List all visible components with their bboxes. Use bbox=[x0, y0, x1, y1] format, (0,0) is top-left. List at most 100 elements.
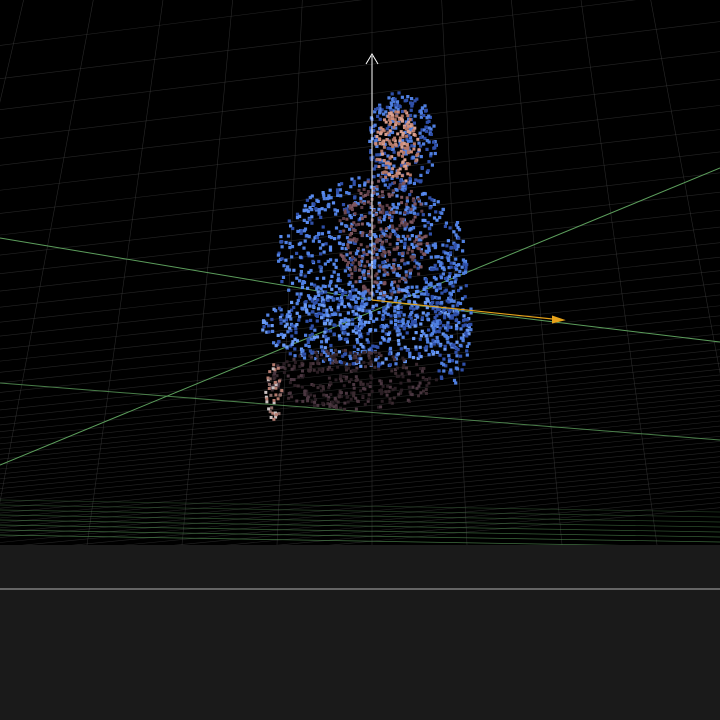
cloud-point bbox=[349, 224, 353, 228]
cloud-point bbox=[385, 393, 389, 397]
cloud-point bbox=[361, 291, 366, 295]
cloud-point bbox=[299, 264, 303, 268]
cloud-point bbox=[358, 333, 363, 337]
cloud-point bbox=[358, 276, 362, 280]
cloud-point bbox=[302, 246, 306, 250]
cloud-point bbox=[316, 361, 320, 365]
cloud-point bbox=[281, 335, 285, 339]
cloud-point bbox=[393, 118, 397, 122]
cloud-point bbox=[396, 339, 401, 343]
cloud-point bbox=[279, 332, 284, 336]
cloud-point bbox=[410, 97, 414, 101]
cloud-point bbox=[415, 362, 419, 366]
cloud-point bbox=[349, 397, 353, 401]
cloud-point bbox=[354, 251, 359, 255]
cloud-point bbox=[360, 322, 364, 326]
cloud-point bbox=[282, 264, 286, 268]
cloud-point bbox=[391, 174, 395, 178]
cloud-point bbox=[405, 196, 409, 200]
cloud-point bbox=[449, 261, 453, 265]
cloud-point bbox=[298, 354, 302, 358]
cloud-point bbox=[429, 152, 433, 156]
cloud-point bbox=[400, 145, 404, 149]
cloud-point bbox=[348, 354, 352, 358]
3d-viewport[interactable] bbox=[0, 0, 720, 720]
cloud-point bbox=[287, 288, 291, 292]
cloud-point bbox=[372, 256, 376, 260]
cloud-point bbox=[395, 227, 399, 231]
cloud-point bbox=[357, 290, 361, 295]
cloud-point bbox=[412, 307, 416, 311]
cloud-point bbox=[309, 318, 313, 322]
cloud-point bbox=[390, 292, 394, 296]
cloud-point bbox=[405, 348, 409, 352]
cloud-point bbox=[312, 336, 316, 340]
cloud-point bbox=[280, 245, 284, 249]
cloud-point bbox=[409, 150, 413, 154]
cloud-point bbox=[395, 366, 399, 370]
cloud-point bbox=[427, 381, 431, 385]
cloud-point bbox=[427, 328, 431, 332]
cloud-point bbox=[389, 314, 393, 318]
cloud-point bbox=[353, 265, 357, 269]
cloud-point bbox=[360, 217, 364, 220]
cloud-point bbox=[372, 167, 376, 171]
cloud-point bbox=[422, 142, 426, 146]
cloud-point bbox=[320, 207, 324, 211]
cloud-point bbox=[413, 202, 417, 206]
cloud-point bbox=[410, 234, 414, 238]
cloud-point bbox=[295, 292, 299, 296]
cloud-point bbox=[396, 238, 400, 241]
cloud-point bbox=[392, 258, 396, 262]
cloud-point bbox=[287, 310, 291, 314]
cloud-point bbox=[373, 365, 377, 369]
cloud-point bbox=[449, 334, 454, 339]
cloud-point bbox=[437, 369, 441, 373]
cloud-point bbox=[450, 280, 454, 284]
cloud-point bbox=[427, 283, 431, 287]
cloud-point bbox=[385, 210, 389, 215]
cloud-point bbox=[295, 276, 299, 280]
cloud-point bbox=[400, 252, 404, 256]
scene-canvas[interactable] bbox=[0, 0, 720, 720]
cloud-point bbox=[290, 334, 294, 338]
cloud-point bbox=[359, 200, 363, 204]
cloud-point bbox=[311, 304, 315, 308]
cloud-point bbox=[319, 252, 323, 256]
cloud-point bbox=[424, 391, 428, 395]
cloud-point bbox=[401, 133, 405, 137]
cloud-point bbox=[413, 265, 417, 269]
cloud-point bbox=[366, 180, 370, 184]
cloud-point bbox=[338, 188, 342, 192]
cloud-point bbox=[396, 304, 400, 308]
cloud-point bbox=[407, 385, 411, 389]
cloud-point bbox=[359, 364, 363, 368]
cloud-point bbox=[376, 130, 380, 134]
cloud-point bbox=[325, 349, 329, 353]
cloud-point bbox=[287, 219, 291, 223]
cloud-point bbox=[268, 370, 272, 374]
cloud-point bbox=[391, 202, 395, 207]
cloud-point bbox=[276, 366, 280, 370]
cloud-point bbox=[297, 242, 301, 246]
cloud-point bbox=[434, 289, 438, 293]
cloud-point bbox=[398, 139, 402, 143]
cloud-point bbox=[441, 243, 445, 247]
cloud-point bbox=[336, 279, 340, 283]
cloud-point bbox=[430, 349, 435, 353]
cloud-point bbox=[417, 197, 421, 201]
cloud-point bbox=[332, 405, 336, 409]
cloud-point bbox=[378, 389, 382, 392]
cloud-point bbox=[286, 374, 290, 378]
cloud-point bbox=[412, 142, 416, 146]
cloud-point bbox=[357, 268, 361, 272]
cloud-point bbox=[350, 276, 354, 280]
cloud-point bbox=[362, 188, 366, 191]
cloud-point bbox=[336, 191, 340, 195]
cloud-point bbox=[333, 397, 337, 400]
cloud-point bbox=[463, 270, 468, 274]
cloud-point bbox=[380, 234, 384, 238]
cloud-point bbox=[374, 142, 378, 146]
cloud-point bbox=[348, 214, 352, 218]
cloud-point bbox=[333, 237, 337, 241]
